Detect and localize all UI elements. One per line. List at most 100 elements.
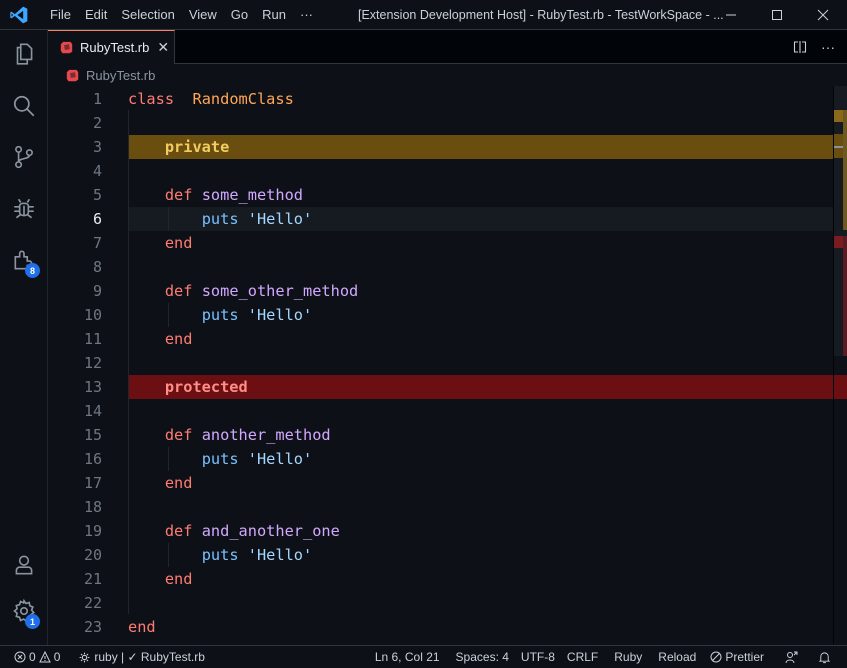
bug-icon bbox=[14, 198, 34, 219]
activity-run-debug[interactable] bbox=[0, 185, 48, 233]
menu-edit[interactable]: Edit bbox=[78, 0, 114, 30]
activity-accounts[interactable] bbox=[0, 541, 48, 589]
notifications-button[interactable] bbox=[812, 651, 837, 664]
code-text: end bbox=[128, 231, 833, 255]
code-line[interactable]: 21 end bbox=[48, 567, 833, 591]
code-editor[interactable]: 23 end 22 21 end 20 puts 'Hello' 19 def and_a… bbox=[48, 86, 847, 645]
menu-selection[interactable]: Selection bbox=[114, 0, 181, 30]
source-control-icon bbox=[15, 145, 33, 169]
line-number: 5 bbox=[92, 186, 102, 204]
feedback-button[interactable] bbox=[778, 650, 804, 664]
code-token: and_another_one bbox=[201, 522, 340, 540]
line-number: 18 bbox=[83, 498, 102, 516]
activity-manage[interactable]: 1 bbox=[0, 587, 48, 635]
line-number: 8 bbox=[92, 258, 102, 276]
code-token: 'Hello' bbox=[247, 210, 313, 228]
code-line[interactable]: 13 protected bbox=[48, 375, 833, 399]
code-line[interactable]: 2 bbox=[48, 111, 833, 135]
tab-rubytest[interactable]: RubyTest.rb ✕ bbox=[48, 30, 175, 64]
code-line[interactable]: 11 end bbox=[48, 327, 833, 351]
code-line[interactable]: 18 bbox=[48, 495, 833, 519]
code-line[interactable]: 20 puts 'Hello' bbox=[48, 543, 833, 567]
menu-go[interactable]: Go bbox=[224, 0, 255, 30]
encoding[interactable]: UTF-8 bbox=[515, 650, 561, 664]
line-number: 10 bbox=[83, 306, 102, 324]
window-title: [Extension Development Host] - RubyTest.… bbox=[358, 8, 724, 22]
warning-icon bbox=[38, 651, 51, 663]
code-token: 'Hello' bbox=[247, 306, 313, 324]
code-line[interactable]: 19 def and_another_one bbox=[48, 519, 833, 543]
code-line[interactable]: 8 bbox=[48, 255, 833, 279]
activity-bar: 8 1 bbox=[0, 30, 48, 645]
language-mode[interactable]: Ruby bbox=[608, 650, 648, 664]
code-line[interactable]: 16 puts 'Hello' bbox=[48, 447, 833, 471]
vscode-logo-icon bbox=[10, 6, 28, 23]
menu-more[interactable]: ··· bbox=[293, 0, 320, 30]
code-text: puts 'Hello' bbox=[128, 447, 833, 471]
activity-source-control[interactable] bbox=[0, 133, 48, 181]
code-line[interactable]: 6 puts 'Hello' bbox=[48, 207, 833, 231]
code-line[interactable]: 23 end bbox=[48, 615, 833, 639]
code-line[interactable]: 12 bbox=[48, 351, 833, 375]
code-token: 'Hello' bbox=[247, 546, 313, 564]
code-line[interactable]: 17 end bbox=[48, 471, 833, 495]
code-line[interactable]: 1 class RandomClass bbox=[48, 87, 833, 111]
prettier-disabled-icon bbox=[710, 651, 722, 663]
activity-extensions[interactable]: 8 bbox=[0, 236, 48, 284]
line-number: 12 bbox=[83, 354, 102, 372]
more-actions-icon[interactable]: ··· bbox=[821, 39, 835, 55]
code-token: some_method bbox=[201, 186, 304, 204]
line-number: 11 bbox=[83, 330, 102, 348]
code-token: end bbox=[164, 474, 193, 492]
indent-guide bbox=[168, 207, 169, 231]
code-text: puts 'Hello' bbox=[128, 303, 833, 327]
maximize-button[interactable] bbox=[754, 0, 800, 30]
end-of-line[interactable]: CRLF bbox=[561, 650, 604, 664]
breadcrumb-file[interactable]: RubyTest.rb bbox=[86, 68, 155, 83]
line-number: 13 bbox=[83, 378, 102, 396]
indentation[interactable]: Spaces: 4 bbox=[450, 650, 515, 664]
line-number: 19 bbox=[83, 522, 102, 540]
close-window-button[interactable] bbox=[800, 0, 846, 30]
overview-ruler[interactable] bbox=[833, 86, 847, 645]
cursor-position[interactable]: Ln 6, Col 21 bbox=[369, 650, 446, 664]
split-editor-icon[interactable] bbox=[793, 40, 807, 54]
code-line[interactable]: 22 bbox=[48, 591, 833, 615]
code-line[interactable]: 14 bbox=[48, 399, 833, 423]
breadcrumb: RubyTest.rb bbox=[48, 64, 847, 86]
code-line[interactable]: 5 def some_method bbox=[48, 183, 833, 207]
code-text: puts 'Hello' bbox=[128, 207, 833, 231]
menu-view[interactable]: View bbox=[182, 0, 224, 30]
status-bar: 0 0 ruby | ✓ RubyTest.rb Ln 6, Col 21 Sp… bbox=[0, 645, 847, 668]
problems-indicator[interactable]: 0 0 bbox=[0, 650, 66, 664]
minimize-button[interactable] bbox=[708, 0, 754, 30]
ruby-status-text: ruby | ✓ RubyTest.rb bbox=[94, 650, 205, 664]
tab-close-icon[interactable]: ✕ bbox=[157, 39, 169, 56]
ruler-error-strip bbox=[843, 236, 847, 356]
reload-button[interactable]: Reload bbox=[652, 650, 702, 664]
line-number: 15 bbox=[83, 426, 102, 444]
code-text: def another_method bbox=[128, 423, 833, 447]
ruler-protected-marker bbox=[834, 375, 847, 399]
ruby-icon bbox=[66, 69, 79, 81]
tab-label: RubyTest.rb bbox=[80, 40, 150, 55]
menu-run[interactable]: Run bbox=[255, 0, 293, 30]
code-line[interactable]: 9 def some_other_method bbox=[48, 279, 833, 303]
activity-search[interactable] bbox=[0, 82, 48, 130]
menu-file[interactable]: File bbox=[43, 0, 78, 30]
code-line[interactable]: 15 def another_method bbox=[48, 423, 833, 447]
code-text: def and_another_one bbox=[128, 519, 833, 543]
code-line[interactable]: 4 bbox=[48, 159, 833, 183]
code-line[interactable]: 3 private bbox=[48, 135, 833, 159]
ruby-lsp-status[interactable]: ruby | ✓ RubyTest.rb bbox=[72, 650, 211, 664]
prettier-status[interactable]: Prettier bbox=[704, 650, 770, 664]
code-line[interactable]: 7 end bbox=[48, 231, 833, 255]
code-line[interactable]: 10 puts 'Hello' bbox=[48, 303, 833, 327]
activity-explorer[interactable] bbox=[0, 30, 48, 78]
